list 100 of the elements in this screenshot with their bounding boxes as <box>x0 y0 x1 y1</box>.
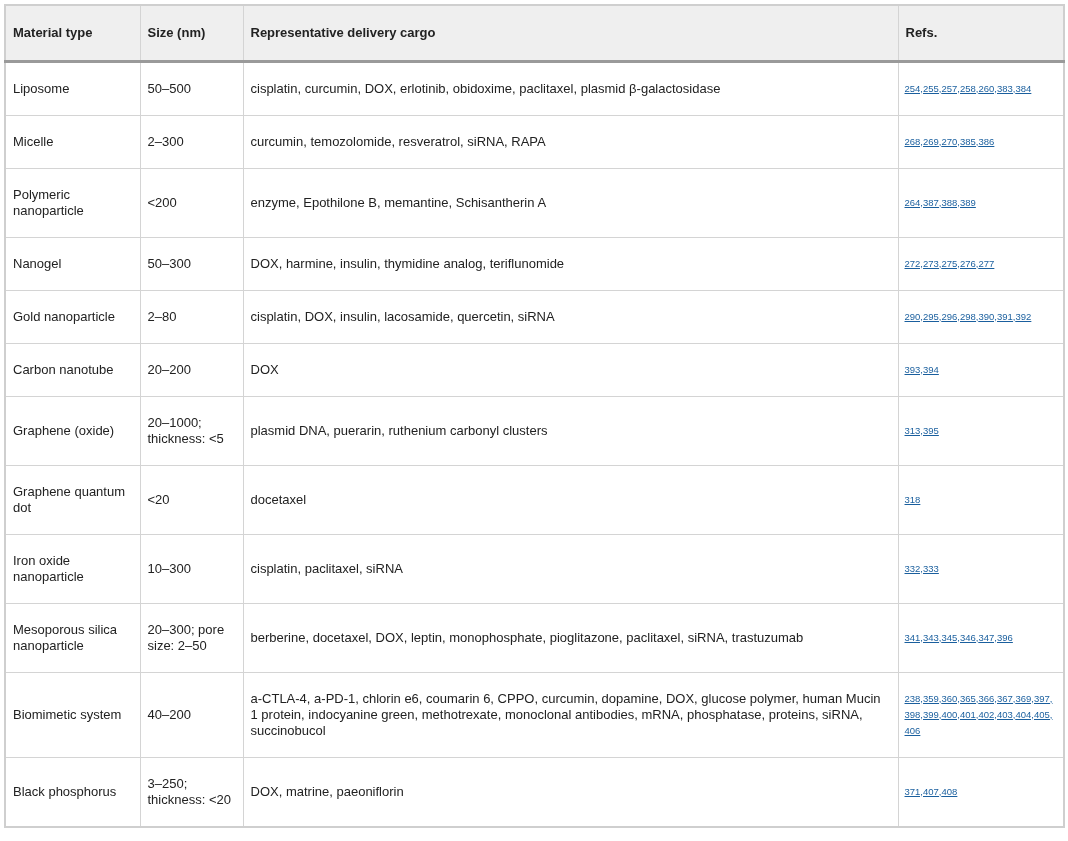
table-cell: DOX, harmine, insulin, thymidine analog, teriflunomide <box>243 237 898 290</box>
table-cell: plasmid DNA, puerarin, ruthenium carbonyl clusters <box>243 396 898 465</box>
reference-link[interactable]: 275, <box>941 255 960 272</box>
reference-link[interactable]: 383, <box>997 80 1016 97</box>
table-cell: <20 <box>140 465 243 534</box>
reference-link[interactable]: 254, <box>904 80 923 97</box>
reference-link[interactable]: 270, <box>941 133 960 150</box>
reference-link[interactable]: 272, <box>904 255 923 272</box>
reference-link[interactable]: 365, <box>960 690 979 707</box>
reference-link[interactable]: 269, <box>923 133 942 150</box>
table-cell: 50–300 <box>140 237 243 290</box>
table-cell: Graphene (oxide) <box>5 396 140 465</box>
reference-link[interactable]: 386 <box>978 133 995 150</box>
table-cell: 10–300 <box>140 534 243 603</box>
table-cell: Nanogel <box>5 237 140 290</box>
reference-link[interactable]: 341, <box>904 629 923 646</box>
column-header: Size (nm) <box>140 5 243 61</box>
reference-link[interactable]: 393, <box>904 361 923 378</box>
table-cell: Polymeric nanoparticle <box>5 168 140 237</box>
table-cell: 2–80 <box>140 290 243 343</box>
reference-link[interactable]: 400, <box>941 706 960 723</box>
reference-link[interactable]: 333 <box>923 560 939 577</box>
reference-link[interactable]: 399, <box>923 706 942 723</box>
reference-link[interactable]: 238, <box>904 690 923 707</box>
reference-link[interactable]: 366, <box>978 690 997 707</box>
table-cell: 50–500 <box>140 61 243 115</box>
reference-link[interactable]: 264, <box>904 194 923 211</box>
table-cell: <200 <box>140 168 243 237</box>
reference-link[interactable]: 318 <box>904 491 921 508</box>
reference-link[interactable]: 389 <box>960 194 976 211</box>
table-cell: Liposome <box>5 61 140 115</box>
reference-link[interactable]: 332, <box>904 560 923 577</box>
table-cell: DOX <box>243 343 898 396</box>
table-cell: enzyme, Epothilone B, memantine, Schisantherin A <box>243 168 898 237</box>
reference-link[interactable]: 392 <box>1015 308 1032 325</box>
reference-link[interactable]: 388, <box>941 194 960 211</box>
reference-link[interactable]: 384 <box>1015 80 1032 97</box>
table-cell: Black phosphorus <box>5 757 140 827</box>
table-cell: DOX, matrine, paeoniflorin <box>243 757 898 827</box>
reference-link[interactable]: 258, <box>960 80 979 97</box>
reference-link[interactable]: 371, <box>904 783 923 800</box>
reference-link[interactable]: 255, <box>923 80 942 97</box>
table-cell: 2–300 <box>140 115 243 168</box>
reference-link[interactable]: 390, <box>978 308 997 325</box>
reference-link[interactable]: 407, <box>923 783 942 800</box>
reference-link[interactable]: 367, <box>997 690 1016 707</box>
table-cell: Iron oxide nanoparticle <box>5 534 140 603</box>
table-cell: 20–1000; thickness: <5 <box>140 396 243 465</box>
reference-link[interactable]: 260, <box>978 80 997 97</box>
table-cell: a-CTLA-4, a-PD-1, chlorin e6, coumarin 6, CPPO, curcumin, dopamine, DOX, glucose polymer, human Mucin 1 protein, indocyanine green, methotrexate, monoclonal antibodies, mRNA, phosphatase, proteins, siRNA, succinobucol <box>243 672 898 757</box>
table-cell: Mesoporous silica nanoparticle <box>5 603 140 672</box>
reference-link[interactable]: 346, <box>960 629 979 646</box>
reference-link[interactable]: 343, <box>923 629 942 646</box>
table-cell: 3–250; thickness: <20 <box>140 757 243 827</box>
table-cell: Biomimetic system <box>5 672 140 757</box>
reference-link[interactable]: 295, <box>923 308 942 325</box>
reference-link[interactable]: 394 <box>923 361 939 378</box>
reference-link[interactable]: 347, <box>978 629 997 646</box>
reference-link[interactable]: 257, <box>941 80 960 97</box>
reference-link[interactable]: 387, <box>923 194 942 211</box>
reference-link[interactable]: 369, <box>1015 690 1034 707</box>
table-cell: Graphene quantum dot <box>5 465 140 534</box>
table-cell: 40–200 <box>140 672 243 757</box>
column-header: Refs. <box>898 5 1064 61</box>
reference-link[interactable]: 395 <box>923 422 939 439</box>
table-cell: Gold nanoparticle <box>5 290 140 343</box>
reference-link[interactable]: 313, <box>904 422 923 439</box>
table-cell: Carbon nanotube <box>5 343 140 396</box>
reference-link[interactable]: 345, <box>941 629 960 646</box>
reference-link[interactable]: 360, <box>941 690 960 707</box>
reference-link[interactable]: 277 <box>978 255 995 272</box>
table-cell: cisplatin, curcumin, DOX, erlotinib, obidoxime, paclitaxel, plasmid β-galactosidase <box>243 61 898 115</box>
table-cell: Micelle <box>5 115 140 168</box>
reference-link[interactable]: 276, <box>960 255 979 272</box>
reference-link[interactable]: 403, <box>997 706 1016 723</box>
reference-link[interactable]: 401, <box>960 706 979 723</box>
column-header: Material type <box>5 5 140 61</box>
reference-link[interactable]: 402, <box>978 706 997 723</box>
reference-link[interactable]: 290, <box>904 308 923 325</box>
reference-link[interactable]: 397, <box>1034 690 1053 707</box>
reference-link[interactable]: 273, <box>923 255 942 272</box>
reference-link[interactable]: 396 <box>997 629 1013 646</box>
table-cell: cisplatin, paclitaxel, siRNA <box>243 534 898 603</box>
table-cell: berberine, docetaxel, DOX, leptin, monophosphate, pioglitazone, paclitaxel, siRNA, trastuzumab <box>243 603 898 672</box>
reference-link[interactable]: 296, <box>941 308 960 325</box>
reference-link[interactable]: 408 <box>941 783 958 800</box>
reference-link[interactable]: 359, <box>923 690 942 707</box>
table-cell: 20–200 <box>140 343 243 396</box>
reference-link[interactable]: 398, <box>904 706 923 723</box>
reference-link[interactable]: 298, <box>960 308 979 325</box>
table-cell: 20–300; pore size: 2–50 <box>140 603 243 672</box>
reference-link[interactable]: 405, <box>1034 706 1053 723</box>
reference-link[interactable]: 391, <box>997 308 1016 325</box>
reference-link[interactable]: 404, <box>1015 706 1034 723</box>
table-cell: docetaxel <box>243 465 898 534</box>
column-header: Representative delivery cargo <box>243 5 898 61</box>
reference-link[interactable]: 406 <box>904 722 921 739</box>
reference-link[interactable]: 268, <box>904 133 923 150</box>
reference-link[interactable]: 385, <box>960 133 979 150</box>
table-cell: curcumin, temozolomide, resveratrol, siRNA, RAPA <box>243 115 898 168</box>
